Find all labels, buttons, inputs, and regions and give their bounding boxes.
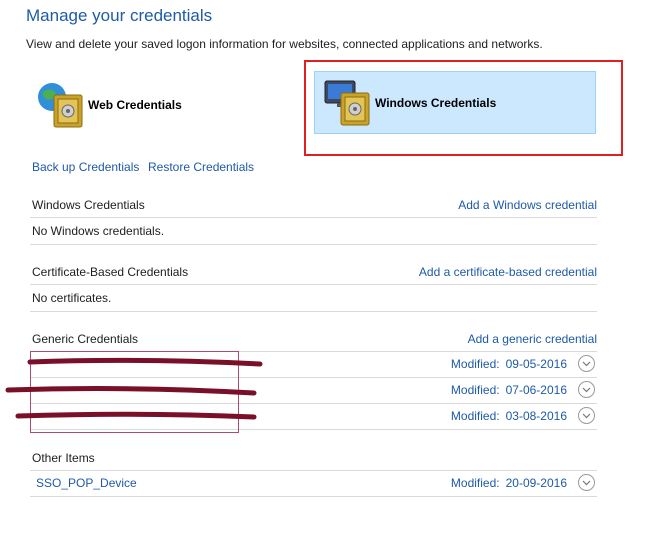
- modified-label: Modified:: [450, 383, 500, 397]
- page-subtitle: View and delete your saved logon informa…: [26, 37, 543, 51]
- modified-label: Modified:: [450, 357, 500, 371]
- modified-date: 03-08-2016: [505, 409, 567, 423]
- add-certificate-credential-link[interactable]: Add a certificate-based credential: [419, 265, 597, 279]
- empty-message: No Windows credentials.: [30, 217, 597, 245]
- section-title: Generic Credentials: [32, 332, 139, 346]
- backup-credentials-link[interactable]: Back up Credentials: [32, 160, 139, 174]
- modified-label: Modified:: [450, 409, 500, 423]
- web-credentials-tile[interactable]: Web Credentials: [36, 76, 236, 134]
- section-title: Certificate-Based Credentials: [32, 265, 189, 279]
- modified-date: 07-06-2016: [505, 383, 567, 397]
- other-items-list: SSO_POP_Device Modified: 20-09-2016: [30, 470, 597, 497]
- annotation-highlight-box: [304, 60, 623, 156]
- globe-vault-icon: [36, 79, 88, 131]
- empty-message: No certificates.: [30, 284, 597, 312]
- add-windows-credential-link[interactable]: Add a Windows credential: [458, 198, 597, 212]
- page-title: Manage your credentials: [26, 6, 213, 25]
- redaction-box: [30, 351, 239, 433]
- expand-chevron-icon[interactable]: [578, 474, 595, 491]
- credential-name[interactable]: SSO_POP_Device: [36, 476, 137, 490]
- restore-credentials-link[interactable]: Restore Credentials: [148, 160, 254, 174]
- section-title: Windows Credentials: [32, 198, 145, 212]
- expand-chevron-icon[interactable]: [578, 381, 595, 398]
- modified-date: 20-09-2016: [505, 476, 567, 490]
- modified-info: Modified: 20-09-2016: [451, 476, 567, 490]
- other-items-section: Other Items SSO_POP_Device Modified: 20-0…: [30, 448, 597, 497]
- expand-chevron-icon[interactable]: [578, 407, 595, 424]
- certificate-credentials-section: Certificate-Based Credentials Add a cert…: [30, 262, 597, 312]
- add-generic-credential-link[interactable]: Add a generic credential: [468, 332, 597, 346]
- web-credentials-label: Web Credentials: [88, 98, 182, 112]
- windows-credentials-section: Windows Credentials Add a Windows creden…: [30, 195, 597, 245]
- modified-date: 09-05-2016: [505, 357, 567, 371]
- credential-row[interactable]: SSO_POP_Device Modified: 20-09-2016: [30, 470, 597, 497]
- section-title: Other Items: [32, 451, 95, 465]
- expand-chevron-icon[interactable]: [578, 355, 595, 372]
- modified-info: Modified: 09-05-2016: [451, 357, 567, 371]
- modified-info: Modified: 07-06-2016: [451, 383, 567, 397]
- modified-label: Modified:: [450, 476, 500, 490]
- modified-info: Modified: 03-08-2016: [451, 409, 567, 423]
